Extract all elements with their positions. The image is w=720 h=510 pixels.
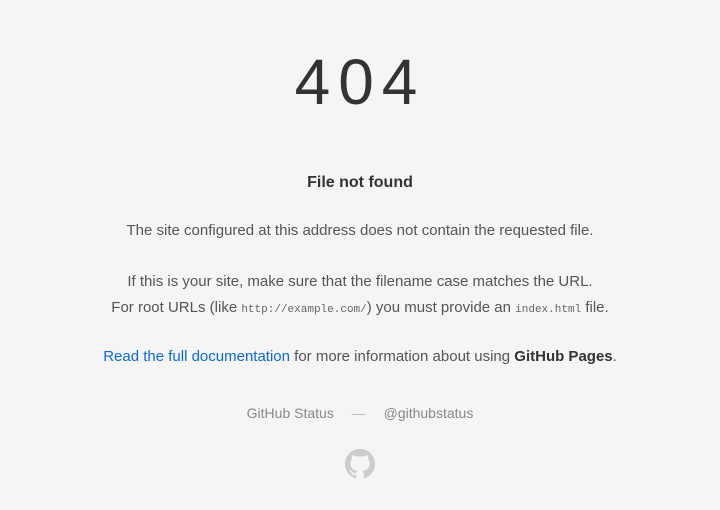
github-icon [345, 466, 375, 483]
github-logo-link[interactable] [345, 449, 375, 484]
error-description: The site configured at this address does… [0, 220, 720, 241]
footer-separator: — [352, 405, 366, 421]
documentation-link[interactable]: Read the full documentation [103, 348, 290, 365]
doc-after-text: for more information about using [290, 348, 514, 365]
index-file-code: index.html [515, 304, 581, 316]
product-name: GitHub Pages [514, 348, 612, 365]
doc-period: . [613, 348, 617, 365]
error-code: 404 [0, 45, 720, 119]
hint-line2-suffix: file. [581, 299, 609, 316]
github-status-link[interactable]: GitHub Status [247, 405, 334, 421]
footer-links: GitHub Status — @githubstatus [0, 405, 720, 421]
error-hint: If this is your site, make sure that the… [0, 269, 720, 320]
github-status-handle-link[interactable]: @githubstatus [384, 405, 474, 421]
hint-line1: If this is your site, make sure that the… [127, 273, 592, 290]
example-url-code: http://example.com/ [241, 304, 366, 316]
hint-line2-prefix: For root URLs (like [111, 299, 241, 316]
documentation-line: Read the full documentation for more inf… [0, 348, 720, 365]
error-title: File not found [0, 174, 720, 192]
github-logo-container [0, 449, 720, 484]
hint-line2-mid: ) you must provide an [367, 299, 515, 316]
